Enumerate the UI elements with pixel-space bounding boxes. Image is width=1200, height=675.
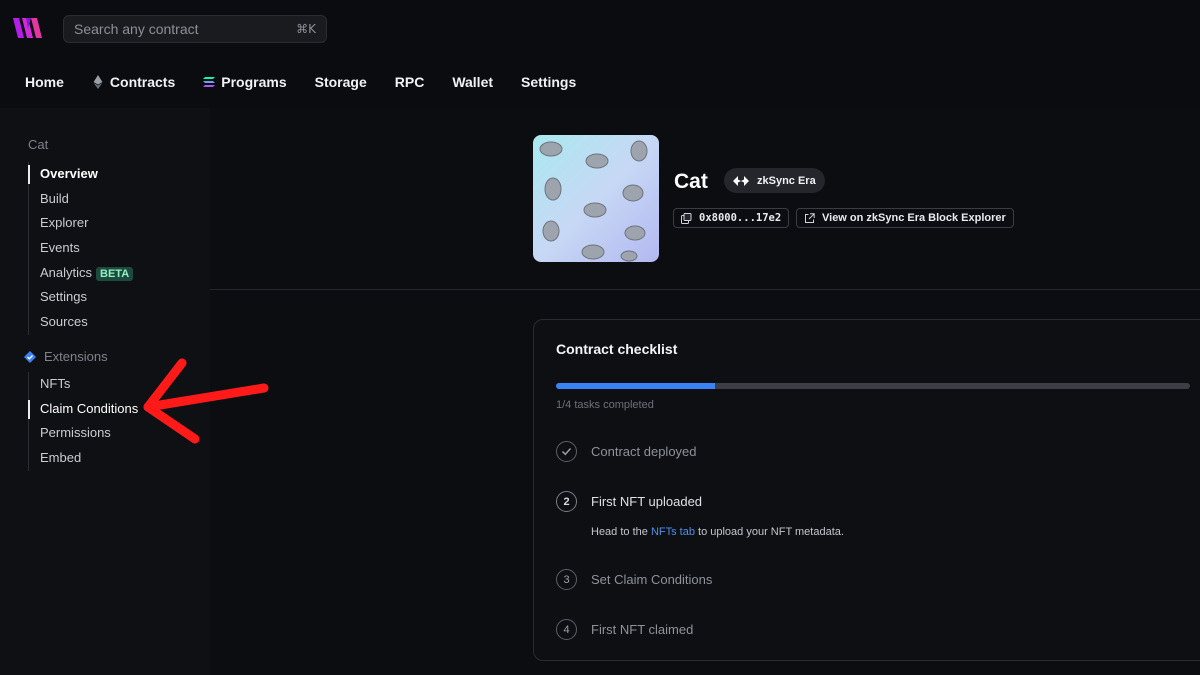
block-explorer-link[interactable]: View on zkSync Era Block Explorer	[796, 208, 1014, 228]
block-explorer-label: View on zkSync Era Block Explorer	[822, 212, 1006, 224]
thirdweb-logo-icon[interactable]	[13, 17, 49, 39]
nav-wallet-label: Wallet	[452, 74, 494, 90]
checklist-step-4: 4 First NFT claimed	[556, 619, 693, 640]
step-hint: Head to the NFTs tab to upload your NFT …	[591, 526, 844, 538]
nav-programs-label: Programs	[221, 74, 287, 90]
chain-badge[interactable]: zkSync Era	[724, 168, 825, 193]
hint-suffix: to upload your NFT metadata.	[694, 526, 844, 538]
nav-settings-label: Settings	[521, 74, 577, 90]
main-content: Cat zkSync Era 0x8000...17e2 View on zkS…	[210, 108, 1200, 675]
nav-settings[interactable]: Settings	[521, 74, 576, 90]
step-label: First NFT uploaded	[591, 494, 703, 509]
checklist-step-2: 2 First NFT uploaded	[556, 491, 702, 512]
search-box[interactable]: ⌘K	[63, 15, 327, 43]
checklist-progress-fill	[556, 383, 715, 389]
ethereum-icon	[93, 75, 103, 89]
sidebar-item-embed[interactable]: Embed	[29, 446, 138, 471]
top-bar: ⌘K	[0, 0, 1200, 56]
step-number: 4	[556, 619, 577, 640]
main-nav: Home Contracts Programs Storage RPC Wall…	[0, 56, 1200, 108]
copy-address-button[interactable]: 0x8000...17e2	[673, 208, 790, 228]
sidebar-item-nfts[interactable]: NFTs	[29, 372, 138, 397]
checklist-step-3: 3 Set Claim Conditions	[556, 569, 712, 590]
extensions-list: NFTs Claim Conditions Permissions Embed	[27, 372, 138, 471]
sidebar-item-events[interactable]: Events	[29, 236, 133, 261]
external-link-icon	[805, 212, 815, 223]
sidebar-item-analytics-label: Analytics	[40, 264, 93, 280]
checklist-progress-text: 1/4 tasks completed	[556, 399, 654, 411]
checklist-title: Contract checklist	[556, 341, 678, 357]
contract-menu-list: Overview Build Explorer Events Analytics…	[27, 162, 134, 335]
nav-rpc-label: RPC	[394, 74, 425, 90]
step-number: 2	[556, 491, 577, 512]
sidebar-item-analytics[interactable]: Analytics BETA	[29, 261, 134, 286]
sidebar-item-settings[interactable]: Settings	[29, 285, 133, 310]
cat-pattern-icon	[539, 140, 648, 262]
nav-rpc[interactable]: RPC	[395, 74, 425, 90]
contract-menu: Cat Overview Build Explorer Events Analy…	[27, 137, 134, 335]
check-icon	[556, 441, 577, 462]
step-label: Contract deployed	[591, 444, 697, 459]
sidebar-contract-title: Cat	[28, 137, 49, 152]
hint-prefix: Head to the	[591, 526, 651, 538]
nav-home[interactable]: Home	[25, 74, 64, 90]
chain-name: zkSync Era	[757, 174, 816, 187]
zksync-icon	[733, 175, 749, 186]
sidebar-item-sources[interactable]: Sources	[29, 310, 133, 335]
contract-name: Cat	[674, 170, 708, 193]
header-divider	[210, 289, 1200, 290]
nav-storage[interactable]: Storage	[315, 74, 367, 90]
extension-badge-icon	[24, 350, 36, 363]
nav-wallet[interactable]: Wallet	[452, 74, 493, 90]
nav-contracts[interactable]: Contracts	[92, 74, 175, 90]
copy-icon	[681, 212, 692, 224]
nfts-tab-link[interactable]: NFTs tab	[651, 526, 695, 538]
search-input[interactable]	[74, 21, 297, 37]
step-label: Set Claim Conditions	[591, 572, 713, 587]
sidebar-item-claim-conditions[interactable]: Claim Conditions	[27, 397, 138, 422]
extensions-menu: Extensions NFTs Claim Conditions Permiss…	[24, 349, 138, 471]
extensions-header: Extensions	[24, 349, 138, 364]
solana-icon	[203, 77, 216, 87]
beta-badge: BETA	[96, 266, 134, 281]
sidebar-item-overview[interactable]: Overview	[27, 162, 133, 187]
checklist-step-1: Contract deployed	[556, 441, 697, 462]
sidebar-item-explorer[interactable]: Explorer	[29, 211, 133, 236]
contract-checklist-card: Contract checklist 1/4 tasks completed C…	[533, 319, 1200, 661]
step-label: First NFT claimed	[591, 622, 694, 637]
nav-storage-label: Storage	[314, 74, 367, 90]
sidebar-item-permissions[interactable]: Permissions	[29, 421, 138, 446]
search-shortcut: ⌘K	[296, 22, 316, 36]
nav-programs[interactable]: Programs	[203, 74, 287, 90]
contract-address: 0x8000...17e2	[699, 212, 782, 224]
step-number: 3	[556, 569, 577, 590]
checklist-progress-bar	[556, 383, 1190, 389]
nav-home-label: Home	[25, 74, 64, 90]
nav-contracts-label: Contracts	[109, 74, 176, 90]
extensions-title: Extensions	[44, 349, 108, 364]
sidebar-item-build[interactable]: Build	[29, 187, 133, 212]
contract-image	[533, 135, 659, 262]
sidebar: Cat Overview Build Explorer Events Analy…	[0, 108, 210, 675]
